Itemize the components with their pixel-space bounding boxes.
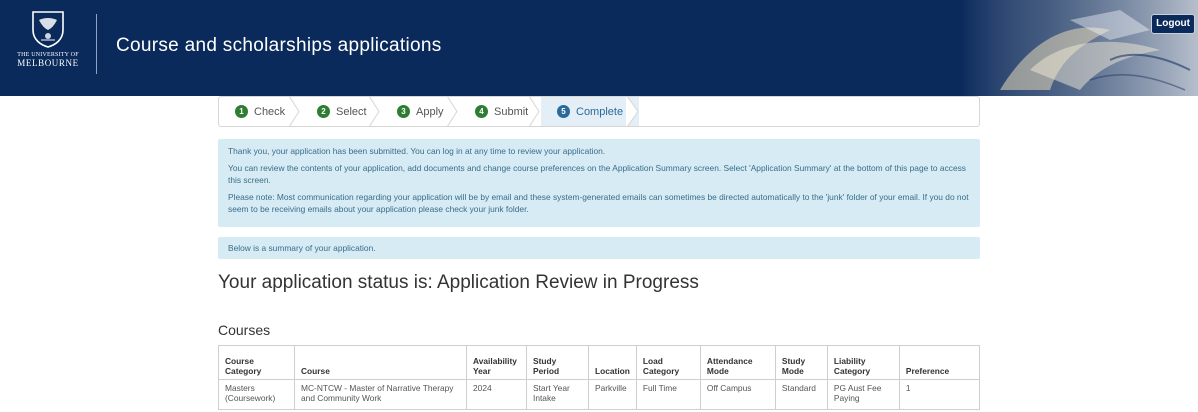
table-cell: Start Year Intake [526,379,589,410]
table-cell: Parkville [588,379,637,410]
table-cell: Full Time [635,379,701,410]
courses-heading: Courses [218,322,271,338]
info-text: You can review the contents of your appl… [228,163,966,185]
column-header: Location [588,345,637,380]
application-status-heading: Your application status is: Application … [218,272,699,293]
chevron-right-icon [369,97,380,126]
step-check[interactable]: 1 Check [219,97,301,126]
app-title: Course and scholarships applications [116,35,442,56]
table-cell: MC-NTCW - Master of Narrative Therapy an… [294,379,467,410]
step-number: 3 [397,105,410,118]
step-apply[interactable]: 3 Apply [381,97,459,126]
step-number: 2 [317,105,330,118]
table-row: Masters (Coursework) MC-NTCW - Master of… [218,379,981,410]
column-header: Course [294,345,467,380]
summary-info-box: Below is a summary of your application. [218,237,980,259]
step-number: 5 [557,105,570,118]
table-cell: Standard [774,379,828,410]
column-header: Availability Year [466,345,527,380]
table-cell: Masters (Coursework) [218,379,295,410]
chevron-right-icon [529,97,540,126]
step-label: Select [336,105,367,118]
chevron-right-icon [626,97,639,126]
table-cell: PG Aust Fee Paying [826,379,900,410]
step-label: Check [254,105,286,118]
step-label: Complete [576,105,624,118]
column-header: Attendance Mode [699,345,776,380]
courses-table: Course Category Course Availability Year… [218,345,981,410]
summary-text: Below is a summary of your application. [228,243,376,253]
submission-info-box: Thank you, your application has been sub… [218,139,980,227]
column-header: Liability Category [826,345,900,380]
table-cell: 2024 [466,379,527,410]
step-select[interactable]: 2 Select [301,97,381,126]
chevron-right-icon [289,97,300,126]
university-name-line2: MELBOURNE [17,58,79,68]
logout-button[interactable]: Logout [1151,14,1195,34]
top-header: THE UNIVERSITY OF MELBOURNE Course and s… [0,0,1198,96]
column-header: Study Mode [774,345,828,380]
university-logo[interactable]: THE UNIVERSITY OF MELBOURNE [0,0,96,96]
table-cell: 1 [898,379,981,410]
column-header: Study Period [526,345,589,380]
step-submit[interactable]: 4 Submit [459,97,541,126]
column-header: Course Category [218,345,295,380]
step-label: Apply [416,105,444,118]
step-label: Submit [494,105,529,118]
progress-steps: 1 Check 2 Select 3 Apply 4 Submit 5 Comp… [218,96,980,127]
info-text: Thank you, your application has been sub… [228,146,606,156]
table-cell: Off Campus [699,379,776,410]
info-text: Please note: Most communication regardin… [228,192,969,214]
table-header-row: Course Category Course Availability Year… [218,345,981,380]
column-header: Preference [898,345,981,380]
chevron-right-icon [447,97,458,126]
column-header: Load Category [635,345,701,380]
step-complete[interactable]: 5 Complete [541,97,639,126]
step-number: 1 [235,105,248,118]
crest-icon [32,11,64,48]
step-number: 4 [475,105,488,118]
header-divider [96,14,97,74]
